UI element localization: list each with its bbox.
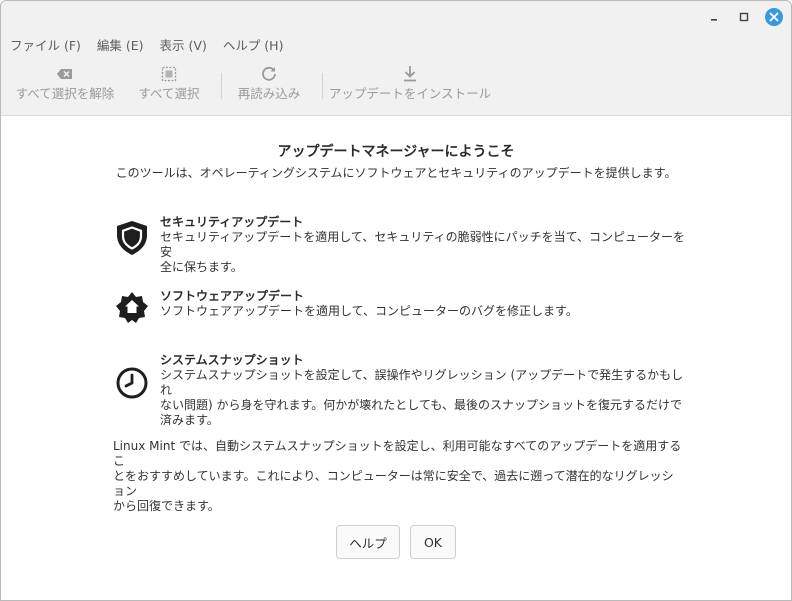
menu-file[interactable]: ファイル (F) — [1, 35, 81, 57]
clear-icon — [57, 69, 72, 79]
feature-software: ソフトウェアアップデート ソフトウェアアップデートを適用して、コンピューターのバ… — [113, 289, 693, 329]
select-all-label: すべて選択 — [138, 86, 200, 101]
select-all-button[interactable]: すべて選択 — [135, 63, 203, 107]
note-line: とをおすすめしています。これにより、コンピューターは常に安全で、過去に遡って潜在… — [113, 469, 674, 498]
feature-description: ない問題) から身を守れます。何かが壊れたとしても、最後のスナップショットを復元… — [160, 398, 682, 412]
download-icon — [404, 66, 416, 82]
toolbar-separator — [322, 73, 323, 99]
feature-title: ソフトウェアアップデート — [160, 289, 305, 303]
feature-title: システムスナップショット — [160, 353, 304, 367]
software-home-icon — [113, 288, 151, 326]
toolbar: すべて選択を解除 すべて選択 再読み込み アップデートをインストール — [1, 63, 791, 107]
clear-selection-label: すべて選択を解除 — [15, 86, 115, 101]
recommendation-note: Linux Mint では、自動システムスナップショットを設定し、利用可能なすべ… — [113, 439, 683, 514]
minimize-button[interactable] — [699, 1, 729, 33]
note-line: から回復できます。 — [113, 499, 220, 513]
toolbar-separator — [221, 73, 222, 99]
feature-software-text: ソフトウェアアップデート ソフトウェアアップデートを適用して、コンピューターのバ… — [160, 289, 685, 319]
menu-help[interactable]: ヘルプ (H) — [214, 35, 284, 57]
menu-view[interactable]: 表示 (V) — [151, 35, 207, 57]
update-manager-window: ファイル (F) 編集 (E) 表示 (V) ヘルプ (H) すべて選択を解除 — [0, 0, 792, 601]
install-updates-label: アップデートをインストール — [328, 86, 492, 101]
help-button[interactable]: ヘルプ — [336, 525, 400, 559]
select-all-icon — [161, 66, 177, 82]
menu-edit[interactable]: 編集 (E) — [88, 35, 144, 57]
ok-button[interactable]: OK — [410, 525, 456, 559]
maximize-button[interactable] — [729, 1, 759, 33]
page-subtitle: このツールは、オペレーティングシステムにソフトウェアとセキュリティのアップデート… — [115, 166, 677, 180]
window-controls — [699, 1, 791, 33]
feature-snapshots-text: システムスナップショット システムスナップショットを設定して、誤操作やリグレッシ… — [160, 353, 685, 428]
feature-description: 済みます。 — [160, 413, 219, 427]
close-icon — [765, 8, 783, 26]
feature-title: セキュリティアップデート — [160, 215, 304, 229]
note-line: Linux Mint では、自動システムスナップショットを設定し、利用可能なすべ… — [113, 439, 682, 468]
page-title: アップデートマネージャーにようこそ — [277, 144, 515, 160]
feature-security-text: セキュリティアップデート セキュリティアップデートを適用して、セキュリティの脆弱… — [160, 215, 685, 275]
refresh-button[interactable]: 再読み込み — [234, 63, 304, 107]
header-area: ファイル (F) 編集 (E) 表示 (V) ヘルプ (H) すべて選択を解除 — [1, 1, 791, 116]
feature-description: ソフトウェアアップデートを適用して、コンピューターのバグを修正します。 — [160, 304, 578, 318]
feature-description: セキュリティアップデートを適用して、セキュリティの脆弱性にパッチを当て、コンピュ… — [160, 230, 686, 259]
feature-snapshots: システムスナップショット システムスナップショットを設定して、誤操作やリグレッシ… — [113, 353, 693, 427]
feature-description: 全に保ちます。 — [160, 260, 243, 274]
refresh-label: 再読み込み — [237, 86, 301, 101]
clear-selection-button[interactable]: すべて選択を解除 — [13, 63, 117, 107]
menubar: ファイル (F) 編集 (E) 表示 (V) ヘルプ (H) — [1, 35, 290, 57]
minimize-icon — [711, 19, 717, 21]
clock-icon — [113, 364, 151, 402]
maximize-icon — [739, 12, 749, 22]
refresh-icon — [262, 66, 276, 81]
install-updates-button[interactable]: アップデートをインストール — [329, 63, 491, 107]
welcome-content: アップデートマネージャーにようこそ このツールは、オペレーティングシステムにソフ… — [1, 117, 791, 600]
shield-icon — [113, 219, 151, 257]
feature-description: システムスナップショットを設定して、誤操作やリグレッション (アップデートで発生… — [160, 368, 684, 397]
close-button[interactable] — [759, 1, 789, 33]
feature-security: セキュリティアップデート セキュリティアップデートを適用して、セキュリティの脆弱… — [113, 215, 693, 274]
